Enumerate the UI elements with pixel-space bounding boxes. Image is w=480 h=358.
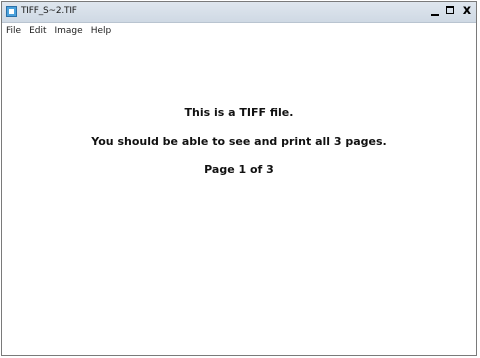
image-viewer-icon[interactable]	[6, 6, 17, 17]
menu-help[interactable]: Help	[91, 26, 112, 36]
title-bar[interactable]: TIFF_S~2.TIF x	[2, 2, 476, 23]
document-canvas[interactable]: This is a TIFF file. You should be able …	[2, 39, 476, 355]
maximize-button[interactable]	[444, 4, 458, 18]
document-heading: This is a TIFF file.	[184, 106, 294, 119]
menu-edit[interactable]: Edit	[29, 26, 46, 36]
document-instruction: You should be able to see and print all …	[91, 135, 387, 148]
window-controls: x	[428, 4, 474, 19]
menu-bar: File Edit Image Help	[2, 23, 476, 39]
minimize-button[interactable]	[428, 4, 442, 18]
close-button[interactable]: x	[460, 4, 474, 18]
menu-file[interactable]: File	[6, 26, 21, 36]
menu-image[interactable]: Image	[55, 26, 83, 36]
window-title: TIFF_S~2.TIF	[21, 6, 77, 16]
page-indicator: Page 1 of 3	[204, 163, 274, 176]
image-viewer-window: TIFF_S~2.TIF x File Edit Image Help This…	[1, 1, 477, 356]
